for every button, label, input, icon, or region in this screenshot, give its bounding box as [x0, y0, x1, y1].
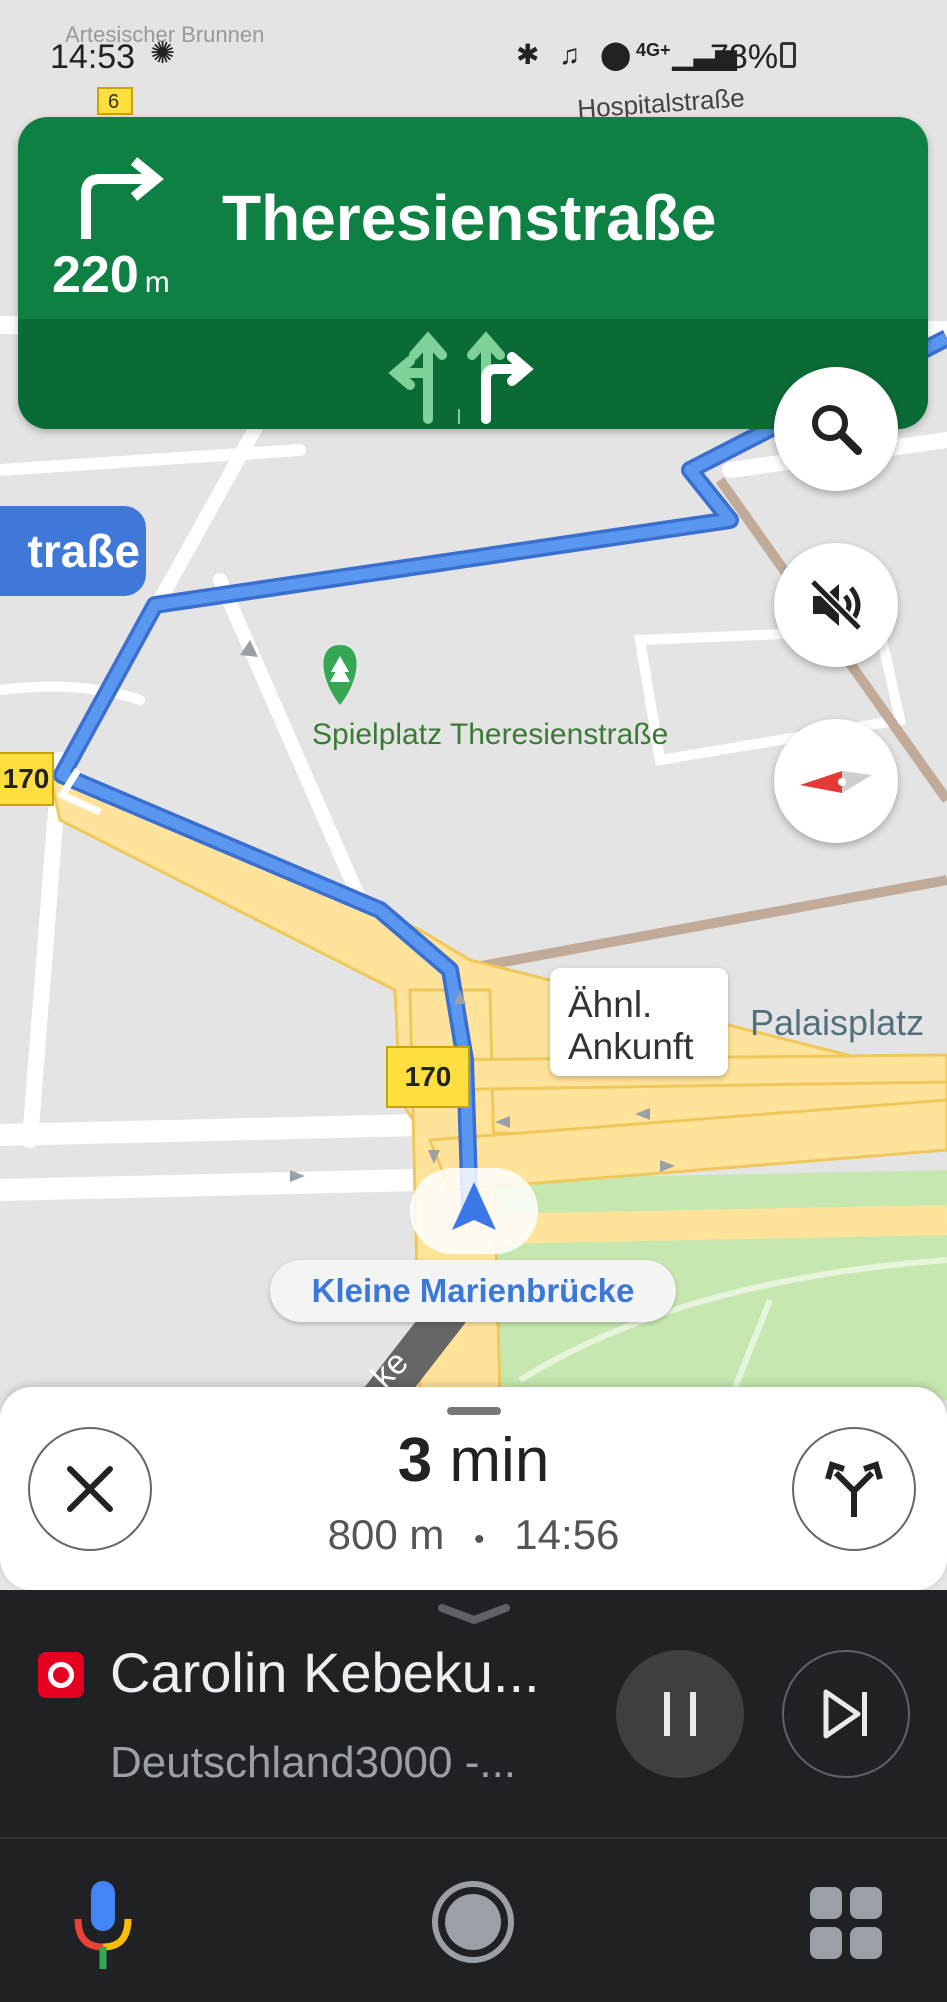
pause-icon [664, 1692, 696, 1736]
distance-unit: m [144, 266, 170, 299]
pause-button[interactable] [616, 1650, 744, 1778]
skip-next-icon [823, 1689, 867, 1739]
battery-icon [780, 42, 796, 68]
arrival-time: 14:56 [514, 1511, 620, 1558]
next-street-name: Theresienstraße [222, 182, 717, 254]
status-time: 14:53 [50, 38, 136, 76]
settings-sync-icon: ✺ [150, 37, 176, 70]
compass-icon [800, 771, 872, 793]
route-street-tag: traße [0, 506, 146, 596]
map-label-palaisplatz: Palaisplatz [750, 1002, 925, 1043]
app-grid-icon[interactable] [808, 1885, 884, 1961]
track-title: Carolin Kebeku... [110, 1641, 540, 1704]
current-street-pill: Kleine Marienbrücke [270, 1260, 676, 1322]
separator-dot: • [474, 1523, 485, 1556]
distance-value: 220 [52, 246, 139, 304]
media-player[interactable]: Carolin Kebeku... Deutschland3000 -... [0, 1590, 947, 1837]
map-shield-top: 6 [108, 91, 119, 113]
maneuver-distance: 220 m [52, 245, 170, 305]
home-button[interactable] [432, 1881, 514, 1963]
trip-summary-card[interactable]: 3 min 800 m • 14:56 [0, 1387, 947, 1590]
status-bar: 14:53 ✺ ✱ ♫ ⬤ 4G+ ▁▃▅ 78% [0, 30, 947, 90]
route-shield-center: 170 [386, 1046, 470, 1108]
location-puck [410, 1168, 538, 1254]
eta-unit: min [449, 1426, 550, 1495]
remaining-distance: 800 m [327, 1511, 445, 1558]
mute-button[interactable] [774, 543, 898, 667]
network-type: 4G+ [636, 40, 671, 60]
compass-button[interactable] [774, 719, 898, 843]
bottom-app-bar [0, 1837, 947, 2002]
volume-off-icon [809, 578, 863, 632]
alternate-routes-button[interactable] [792, 1427, 916, 1551]
similar-arrival-callout[interactable]: Ähnl. Ankunft [550, 968, 728, 1076]
navigation-banner[interactable]: 220 m Theresienstraße [18, 117, 928, 429]
callout-text: Ähnl. Ankunft [568, 984, 694, 1067]
drag-handle[interactable] [447, 1407, 501, 1415]
home-icon [445, 1894, 501, 1950]
turn-right-icon [81, 157, 164, 239]
battery-percent: 78% [710, 38, 779, 76]
track-subtitle: Deutschland3000 -... [110, 1738, 517, 1787]
route-shield-left: 170 [0, 752, 54, 806]
podcast-app-icon [38, 1652, 84, 1698]
lane-arrows-icon [388, 331, 534, 424]
search-button[interactable] [774, 367, 898, 491]
skip-next-button[interactable] [782, 1650, 910, 1778]
eta-minutes: 3 [397, 1426, 433, 1495]
chevron-down-icon[interactable] [436, 1602, 512, 1626]
navigation-arrow-icon [452, 1182, 496, 1230]
search-icon [812, 405, 862, 455]
microphone-icon[interactable] [70, 1877, 136, 1973]
fork-route-icon [825, 1461, 883, 1517]
status-icons: ✱ ♫ ⬤ [516, 39, 638, 70]
poi-label[interactable]: Spielplatz Theresienstraße [312, 718, 668, 752]
